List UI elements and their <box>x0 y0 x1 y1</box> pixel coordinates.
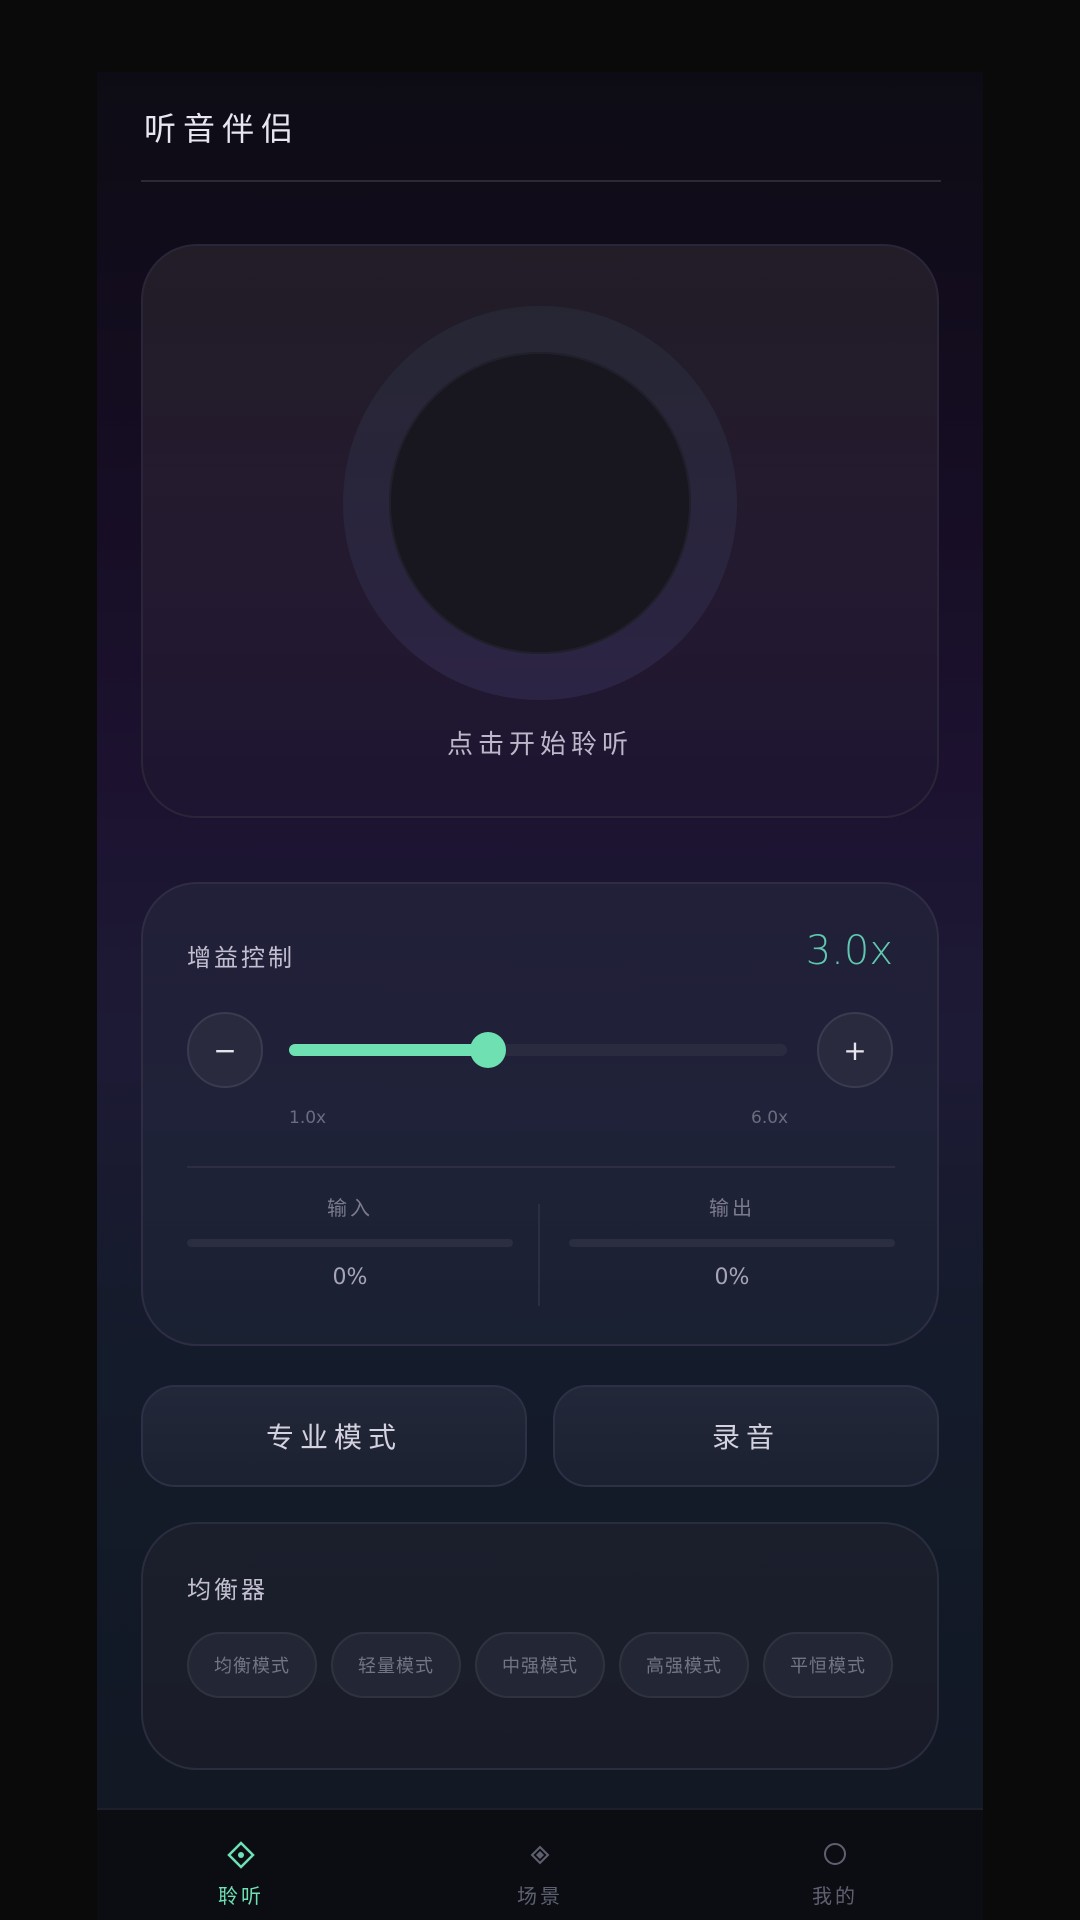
nav-label-listen: 聆听 <box>218 1884 264 1908</box>
equalizer-modes: 均衡模式 轻量模式 中强模式 高强模式 平恒模式 <box>187 1632 893 1698</box>
output-value: 0% <box>714 1265 750 1290</box>
gain-max-label: 6.0x <box>751 1108 789 1128</box>
listen-button[interactable] <box>389 352 691 654</box>
gain-slider-fill <box>289 1044 489 1056</box>
small-diamond-icon <box>530 1845 550 1865</box>
gain-increase-button[interactable]: + <box>817 1012 893 1088</box>
eq-mode-chip[interactable]: 均衡模式 <box>187 1632 317 1698</box>
gain-slider-thumb[interactable] <box>470 1032 507 1068</box>
gain-decrease-button[interactable]: − <box>187 1012 263 1088</box>
gain-slider[interactable] <box>289 1032 787 1068</box>
output-label: 输出 <box>709 1196 755 1220</box>
page-title: 听音伴侣 <box>144 110 301 148</box>
input-meter: 输入 0% <box>187 1192 513 1302</box>
listen-ring[interactable] <box>343 306 737 700</box>
input-level-bar <box>187 1239 513 1247</box>
app-screen: 听音伴侣 点击开始聆听 增益控制 3.0x − + 1.0x 6.0x 输入 0… <box>97 72 983 1920</box>
meter-separator <box>538 1204 540 1306</box>
eq-mode-chip[interactable]: 高强模式 <box>619 1632 749 1698</box>
header-divider <box>141 180 941 182</box>
gain-value: 3.0x <box>805 928 893 974</box>
nav-label-scene: 场景 <box>517 1884 563 1908</box>
gain-min-label: 1.0x <box>289 1108 327 1128</box>
pro-mode-button[interactable]: 专业模式 <box>141 1385 527 1487</box>
gain-control-card: 增益控制 3.0x − + 1.0x 6.0x 输入 0% 输出 0% <box>141 882 939 1346</box>
eq-mode-chip[interactable]: 中强模式 <box>475 1632 605 1698</box>
listen-card[interactable]: 点击开始聆听 <box>141 244 939 818</box>
nav-item-listen[interactable]: 聆听 <box>161 1810 321 1920</box>
bottom-nav: 聆听 场景 我的 <box>97 1808 983 1920</box>
gain-divider <box>187 1166 895 1168</box>
eq-mode-chip[interactable]: 平恒模式 <box>763 1632 893 1698</box>
listen-hint: 点击开始聆听 <box>446 730 633 760</box>
diamond-dot-icon <box>227 1841 255 1869</box>
input-label: 输入 <box>327 1196 373 1220</box>
equalizer-card: 均衡器 均衡模式 轻量模式 中强模式 高强模式 平恒模式 <box>141 1522 939 1770</box>
input-value: 0% <box>332 1265 368 1290</box>
eq-mode-chip[interactable]: 轻量模式 <box>331 1632 461 1698</box>
circle-icon <box>824 1843 846 1865</box>
nav-item-me[interactable]: 我的 <box>755 1810 915 1920</box>
record-button[interactable]: 录音 <box>553 1385 939 1487</box>
nav-item-scene[interactable]: 场景 <box>460 1810 620 1920</box>
output-meter: 输出 0% <box>569 1192 895 1302</box>
gain-label: 增益控制 <box>187 944 295 972</box>
equalizer-title: 均衡器 <box>187 1576 268 1604</box>
nav-label-me: 我的 <box>812 1884 858 1908</box>
output-level-bar <box>569 1239 895 1247</box>
